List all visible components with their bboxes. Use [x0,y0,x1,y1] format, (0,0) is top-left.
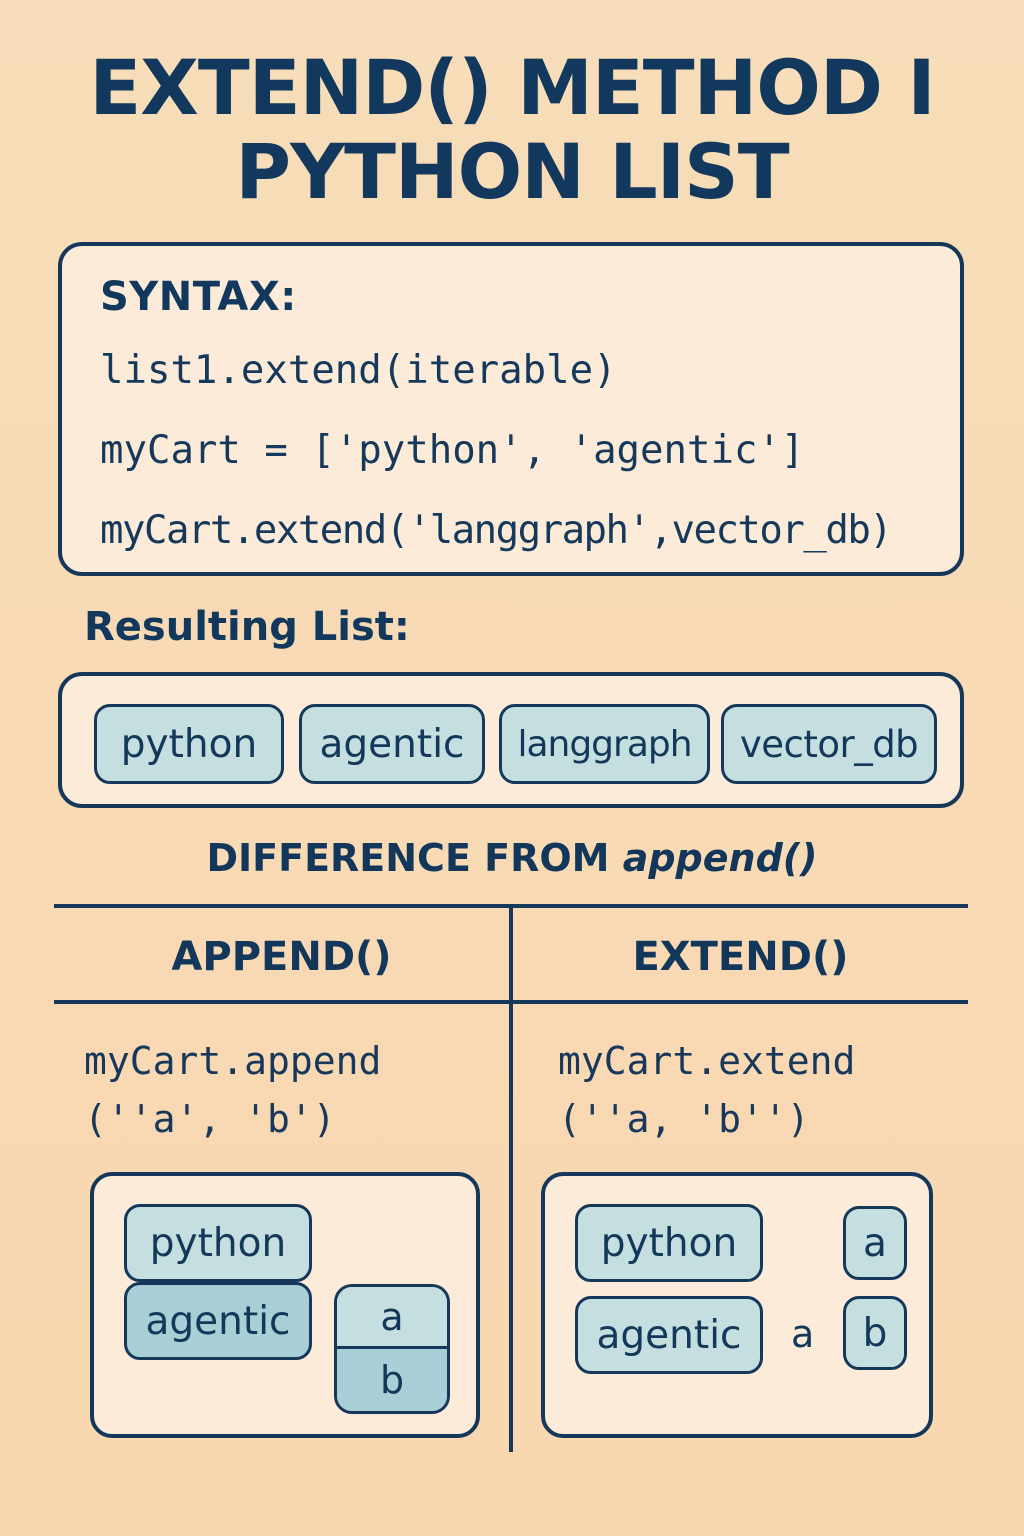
append-code-line-2: (''a', 'b') [84,1097,336,1141]
list-item-chip: a [843,1206,907,1280]
list-item-chip: vector_db [721,704,937,784]
extend-result-panel: python agentic a a b [541,1172,933,1438]
list-item-chip: agentic [575,1296,763,1374]
extend-column-header: EXTEND() [632,934,849,980]
list-item-chip: langgraph [499,704,710,784]
loose-letter: a [791,1312,815,1356]
page-title: EXTEND() METHOD I PYTHON LIST [0,46,1024,214]
resulting-list-label: Resulting List: [84,604,410,650]
append-code: myCart.append (''a', 'b') [84,1032,381,1148]
extend-code-line-1: myCart.extend [558,1039,856,1083]
difference-heading-prefix: DIFFERENCE FROM [206,836,623,880]
difference-heading: DIFFERENCE FROM append() [0,836,1024,880]
list-item-chip: agentic [124,1282,312,1360]
list-item-chip: python [575,1204,763,1282]
extend-code: myCart.extend (''a, 'b'') [558,1032,855,1148]
append-code-line-1: myCart.append [84,1039,382,1083]
syntax-code-line: list1.extend(iterable) [100,348,617,393]
syntax-box: SYNTAX: list1.extend(iterable) myCart = … [58,242,964,576]
title-line-1: EXTEND() METHOD I [89,43,935,132]
table-column-divider [509,906,513,1452]
difference-heading-emphasis: append() [622,836,818,880]
extend-code-line-2: (''a, 'b'') [558,1097,810,1141]
list-item-chip: python [124,1204,312,1282]
nested-item: b [337,1349,447,1411]
append-column-header: APPEND() [171,934,392,980]
resulting-list-box: python agentic langgraph vector_db [58,672,964,808]
nested-list-box: a b [334,1284,450,1414]
syntax-label: SYNTAX: [100,274,297,320]
list-item-chip: agentic [299,704,485,784]
syntax-code-line: myCart = ['python', 'agentic'] [100,428,805,473]
list-item-chip: b [843,1296,907,1370]
list-item-chip: python [94,704,284,784]
nested-item: a [337,1287,447,1349]
title-line-2: PYTHON LIST [235,127,789,216]
syntax-code-line: myCart.extend('langgraph',vector_db) [100,508,893,553]
append-result-panel: python agentic a b [90,1172,480,1438]
